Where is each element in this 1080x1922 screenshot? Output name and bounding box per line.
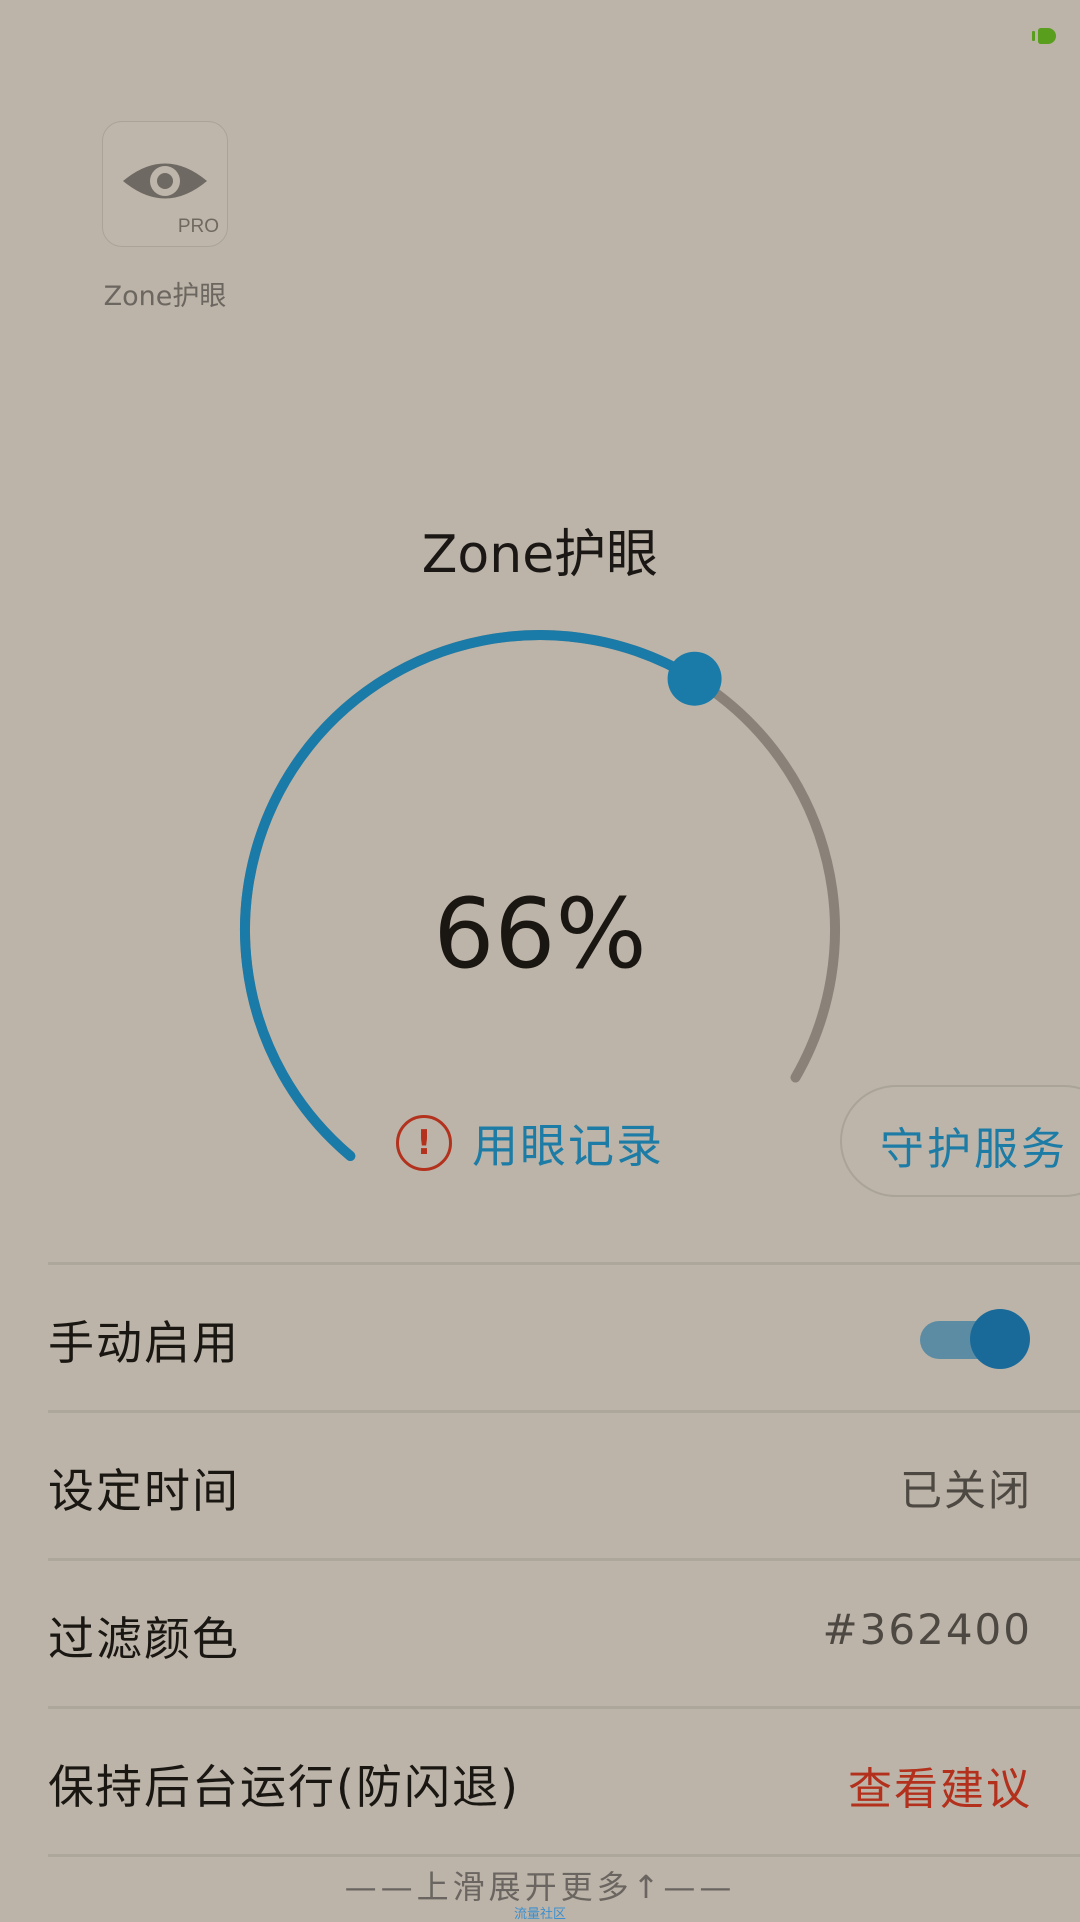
settings-list: 手动启用 设定时间 已关闭 过滤颜色 #362400 保持后台运行(防闪退) 查…: [48, 1262, 1080, 1857]
settings-row-background[interactable]: 保持后台运行(防闪退) 查看建议: [48, 1706, 1080, 1857]
eye-record-button[interactable]: ! 用眼记录: [396, 1108, 664, 1178]
filter-color-value: #362400: [822, 1605, 1032, 1654]
intensity-percent: 66%: [433, 878, 647, 990]
guard-service-button[interactable]: 守护服务: [840, 1085, 1080, 1197]
toggle-knob: [970, 1309, 1030, 1369]
settings-row-manual[interactable]: 手动启用: [48, 1262, 1080, 1410]
exclamation-circle-icon: !: [396, 1115, 452, 1171]
intensity-gauge[interactable]: [0, 0, 1080, 1180]
view-suggestion-link[interactable]: 查看建议: [848, 1753, 1032, 1817]
manual-enable-toggle[interactable]: [920, 1309, 1030, 1369]
filter-color-label: 过滤颜色: [48, 1612, 240, 1666]
background-run-label: 保持后台运行(防闪退): [48, 1760, 520, 1814]
schedule-value: 已关闭: [899, 1466, 1032, 1515]
settings-row-schedule[interactable]: 设定时间 已关闭: [48, 1410, 1080, 1558]
guard-service-label: 守护服务: [880, 1124, 1068, 1175]
footer-watermark: 流量社区: [513, 1907, 566, 1922]
eye-record-label: 用眼记录: [472, 1119, 664, 1173]
schedule-label: 设定时间: [48, 1464, 240, 1518]
gauge-handle[interactable]: [667, 651, 722, 706]
swipe-up-hint: ——上滑展开更多↑——: [344, 1868, 736, 1906]
manual-enable-label: 手动启用: [48, 1316, 240, 1370]
settings-row-filter-color[interactable]: 过滤颜色 #362400: [48, 1558, 1080, 1706]
